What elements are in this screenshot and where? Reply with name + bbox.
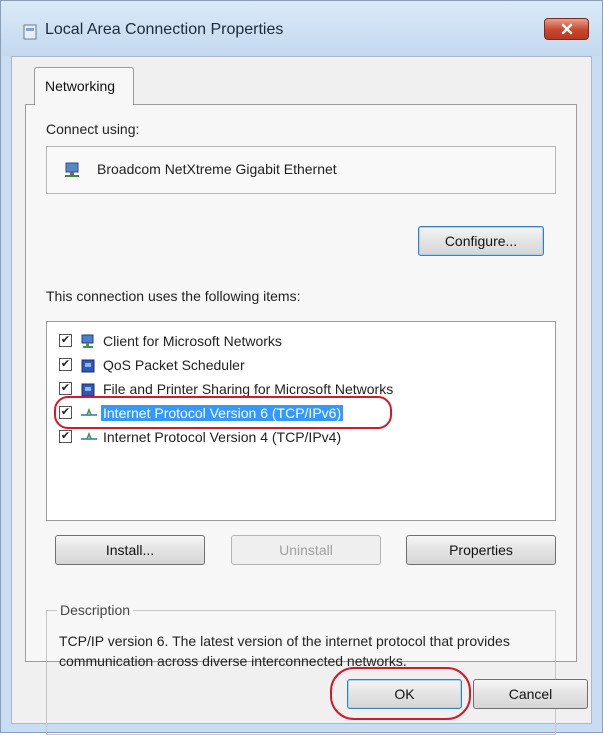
- window-title: Local Area Connection Properties: [45, 21, 284, 38]
- tab-label: Networking: [45, 78, 116, 94]
- description-text: TCP/IP version 6. The latest version of …: [59, 633, 510, 669]
- description-title: Description: [57, 602, 134, 618]
- install-button[interactable]: Install...: [55, 535, 205, 565]
- close-button[interactable]: [544, 18, 589, 40]
- list-item[interactable]: ✔ QoS Packet Scheduler: [59, 356, 539, 376]
- connect-using-label: Connect using:: [46, 121, 140, 137]
- list-item[interactable]: ✔ File and Printer Sharing for Microsoft…: [59, 380, 539, 400]
- cancel-button[interactable]: Cancel: [473, 679, 588, 709]
- adapter-field: Broadcom NetXtreme Gigabit Ethernet: [46, 146, 556, 194]
- title-bar[interactable]: Local Area Connection Properties: [1, 1, 602, 56]
- item-checkbox[interactable]: ✔: [59, 430, 72, 443]
- network-client-icon: [81, 334, 94, 348]
- list-item-selected[interactable]: ✔ Internet Protocol Version 6 (TCP/IPv6): [59, 404, 539, 424]
- tab-networking[interactable]: Networking: [34, 67, 134, 105]
- item-label: Client for Microsoft Networks: [103, 333, 282, 349]
- protocol-icon: [81, 407, 97, 416]
- item-label: QoS Packet Scheduler: [103, 357, 245, 373]
- properties-dialog: Local Area Connection Properties Network…: [0, 0, 603, 735]
- items-list[interactable]: ✔ Client for Microsoft Networks ✔ QoS Pa…: [46, 321, 556, 521]
- network-connection-icon: [23, 24, 37, 40]
- list-item[interactable]: ✔ Internet Protocol Version 4 (TCP/IPv4): [59, 428, 539, 448]
- item-label: File and Printer Sharing for Microsoft N…: [103, 381, 394, 397]
- networking-tab-panel: Connect using: Broadcom NetXtreme Gigabi…: [25, 104, 577, 735]
- network-service-icon: [81, 383, 95, 397]
- configure-button[interactable]: Configure...: [418, 226, 544, 256]
- adapter-name: Broadcom NetXtreme Gigabit Ethernet: [97, 161, 337, 177]
- uninstall-button[interactable]: Uninstall: [231, 535, 381, 565]
- item-label: Internet Protocol Version 4 (TCP/IPv4): [103, 429, 342, 445]
- item-label: Internet Protocol Version 6 (TCP/IPv6): [101, 405, 344, 421]
- description-group: Description TCP/IP version 6. The latest…: [46, 602, 556, 735]
- properties-button[interactable]: Properties: [406, 535, 556, 565]
- dialog-client-area: Networking Connect using: Broadcom NetXt…: [11, 56, 592, 735]
- network-adapter-icon: [65, 162, 79, 177]
- ok-button[interactable]: OK: [347, 679, 462, 709]
- list-item[interactable]: ✔ Client for Microsoft Networks: [59, 332, 539, 352]
- protocol-icon: [81, 431, 97, 440]
- items-section-label: This connection uses the following items…: [46, 288, 301, 304]
- item-checkbox[interactable]: ✔: [59, 358, 72, 371]
- close-icon: [561, 23, 572, 35]
- item-checkbox[interactable]: ✔: [59, 382, 72, 395]
- item-checkbox[interactable]: ✔: [59, 406, 72, 419]
- item-checkbox[interactable]: ✔: [59, 334, 72, 347]
- network-service-icon: [81, 359, 95, 373]
